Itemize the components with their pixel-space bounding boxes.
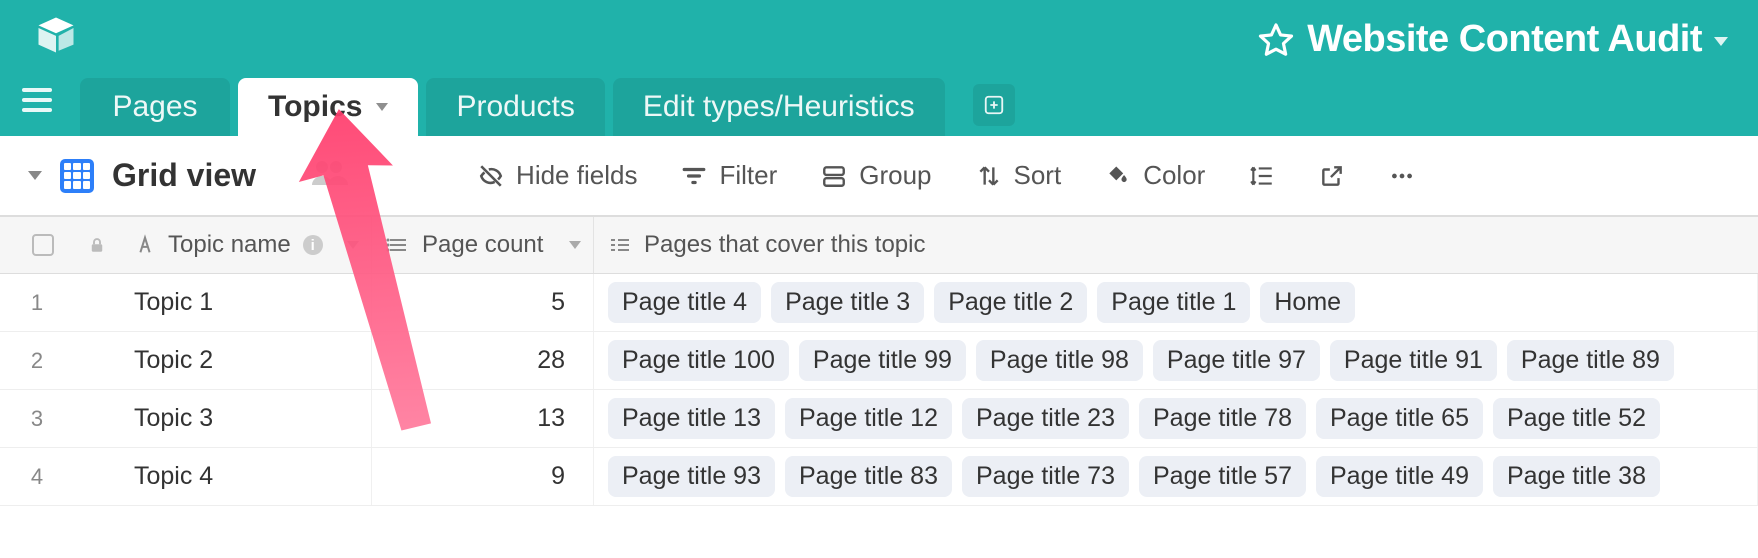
- tab-label: Pages: [112, 90, 197, 124]
- linked-record-pill[interactable]: Page title 38: [1493, 456, 1660, 497]
- table-row[interactable]: 4Topic 49Page title 93Page title 83Page …: [0, 448, 1758, 506]
- column-header-page-count[interactable]: Page count: [372, 217, 594, 273]
- view-name: Grid view: [112, 157, 256, 194]
- cell-topic-name[interactable]: Topic 1: [120, 274, 372, 331]
- chevron-down-icon[interactable]: [569, 241, 581, 249]
- count-field-icon: [386, 233, 410, 257]
- row-height-button[interactable]: [1249, 163, 1275, 189]
- linked-record-pill[interactable]: Page title 100: [608, 340, 789, 381]
- text-field-icon: [134, 234, 156, 256]
- linked-field-icon: [608, 233, 632, 257]
- column-header-pages[interactable]: Pages that cover this topic: [594, 217, 1758, 273]
- group-icon: [821, 163, 847, 189]
- linked-record-pill[interactable]: Home: [1260, 282, 1355, 323]
- more-button[interactable]: [1389, 163, 1415, 189]
- grid-rows: 1Topic 15Page title 4Page title 3Page ti…: [0, 274, 1758, 506]
- linked-record-pill[interactable]: Page title 98: [976, 340, 1143, 381]
- tab-topics[interactable]: Topics: [238, 78, 418, 136]
- tab-edit-types[interactable]: Edit types/Heuristics: [613, 78, 945, 136]
- tabs-row: Pages Topics Products Edit types/Heurist…: [0, 70, 1758, 136]
- linked-record-pill[interactable]: Page title 13: [608, 398, 775, 439]
- hide-fields-button[interactable]: Hide fields: [478, 160, 637, 191]
- collaborators-icon[interactable]: [310, 157, 350, 194]
- chevron-down-icon[interactable]: [376, 103, 388, 111]
- linked-record-pill[interactable]: Page title 89: [1507, 340, 1674, 381]
- chevron-down-icon[interactable]: [1714, 37, 1728, 46]
- linked-record-pill[interactable]: Page title 91: [1330, 340, 1497, 381]
- color-button[interactable]: Color: [1105, 160, 1205, 191]
- group-button[interactable]: Group: [821, 160, 931, 191]
- app-header: Website Content Audit Pages Topics Produ…: [0, 0, 1758, 136]
- row-number: 4: [0, 464, 74, 490]
- row-number: 3: [0, 406, 74, 432]
- chevron-down-icon[interactable]: [347, 241, 359, 249]
- linked-record-pill[interactable]: Page title 23: [962, 398, 1129, 439]
- paint-icon: [1105, 163, 1131, 189]
- row-height-icon: [1249, 163, 1275, 189]
- cell-page-count[interactable]: 28: [372, 332, 594, 389]
- linked-record-pill[interactable]: Page title 99: [799, 340, 966, 381]
- table-row[interactable]: 2Topic 228Page title 100Page title 99Pag…: [0, 332, 1758, 390]
- tab-products[interactable]: Products: [426, 78, 604, 136]
- view-toolbar: Grid view Hide fields Filter Group: [0, 136, 1758, 216]
- cell-page-count[interactable]: 9: [372, 448, 594, 505]
- cell-page-count[interactable]: 5: [372, 274, 594, 331]
- cell-topic-name[interactable]: Topic 2: [120, 332, 372, 389]
- row-number: 2: [0, 348, 74, 374]
- cell-pages[interactable]: Page title 13Page title 12Page title 23P…: [594, 390, 1758, 447]
- linked-record-pill[interactable]: Page title 2: [934, 282, 1087, 323]
- linked-record-pill[interactable]: Page title 57: [1139, 456, 1306, 497]
- share-button[interactable]: [1319, 163, 1345, 189]
- cell-topic-name[interactable]: Topic 3: [120, 390, 372, 447]
- linked-record-pill[interactable]: Page title 52: [1493, 398, 1660, 439]
- menu-icon[interactable]: [22, 82, 58, 118]
- linked-record-pill[interactable]: Page title 49: [1316, 456, 1483, 497]
- app-logo-icon[interactable]: [35, 14, 77, 56]
- sort-icon: [976, 163, 1002, 189]
- table-row[interactable]: 1Topic 15Page title 4Page title 3Page ti…: [0, 274, 1758, 332]
- plus-icon: [983, 94, 1005, 116]
- linked-record-pill[interactable]: Page title 78: [1139, 398, 1306, 439]
- base-title[interactable]: Website Content Audit: [1307, 18, 1702, 61]
- linked-record-pill[interactable]: Page title 12: [785, 398, 952, 439]
- linked-record-pill[interactable]: Page title 97: [1153, 340, 1320, 381]
- row-number: 1: [0, 290, 74, 316]
- linked-record-pill[interactable]: Page title 73: [962, 456, 1129, 497]
- cell-pages[interactable]: Page title 100Page title 99Page title 98…: [594, 332, 1758, 389]
- eye-off-icon: [478, 163, 504, 189]
- cell-page-count[interactable]: 13: [372, 390, 594, 447]
- table-row[interactable]: 3Topic 313Page title 13Page title 12Page…: [0, 390, 1758, 448]
- column-header-topic-name[interactable]: Topic name i: [120, 217, 372, 273]
- linked-record-pill[interactable]: Page title 65: [1316, 398, 1483, 439]
- add-tab-button[interactable]: [973, 84, 1015, 126]
- tab-pages[interactable]: Pages: [80, 78, 230, 136]
- star-icon[interactable]: [1257, 21, 1295, 59]
- view-switcher[interactable]: Grid view: [28, 157, 256, 194]
- filter-icon: [681, 163, 707, 189]
- lock-icon: [74, 236, 120, 254]
- linked-record-pill[interactable]: Page title 3: [771, 282, 924, 323]
- tab-label: Topics: [268, 90, 362, 124]
- filter-button[interactable]: Filter: [681, 160, 777, 191]
- grid-view-icon: [60, 159, 94, 193]
- cell-pages[interactable]: Page title 93Page title 83Page title 73P…: [594, 448, 1758, 505]
- tab-label: Products: [456, 90, 574, 124]
- linked-record-pill[interactable]: Page title 4: [608, 282, 761, 323]
- more-icon: [1389, 163, 1415, 189]
- column-header-row: Topic name i Page count Pages that cover…: [0, 216, 1758, 274]
- cell-topic-name[interactable]: Topic 4: [120, 448, 372, 505]
- chevron-down-icon: [28, 171, 42, 180]
- tab-label: Edit types/Heuristics: [643, 90, 915, 124]
- info-icon[interactable]: i: [303, 235, 323, 255]
- sort-button[interactable]: Sort: [976, 160, 1062, 191]
- linked-record-pill[interactable]: Page title 83: [785, 456, 952, 497]
- select-all-checkbox[interactable]: [12, 234, 74, 256]
- linked-record-pill[interactable]: Page title 93: [608, 456, 775, 497]
- share-icon: [1319, 163, 1345, 189]
- cell-pages[interactable]: Page title 4Page title 3Page title 2Page…: [594, 274, 1758, 331]
- linked-record-pill[interactable]: Page title 1: [1097, 282, 1250, 323]
